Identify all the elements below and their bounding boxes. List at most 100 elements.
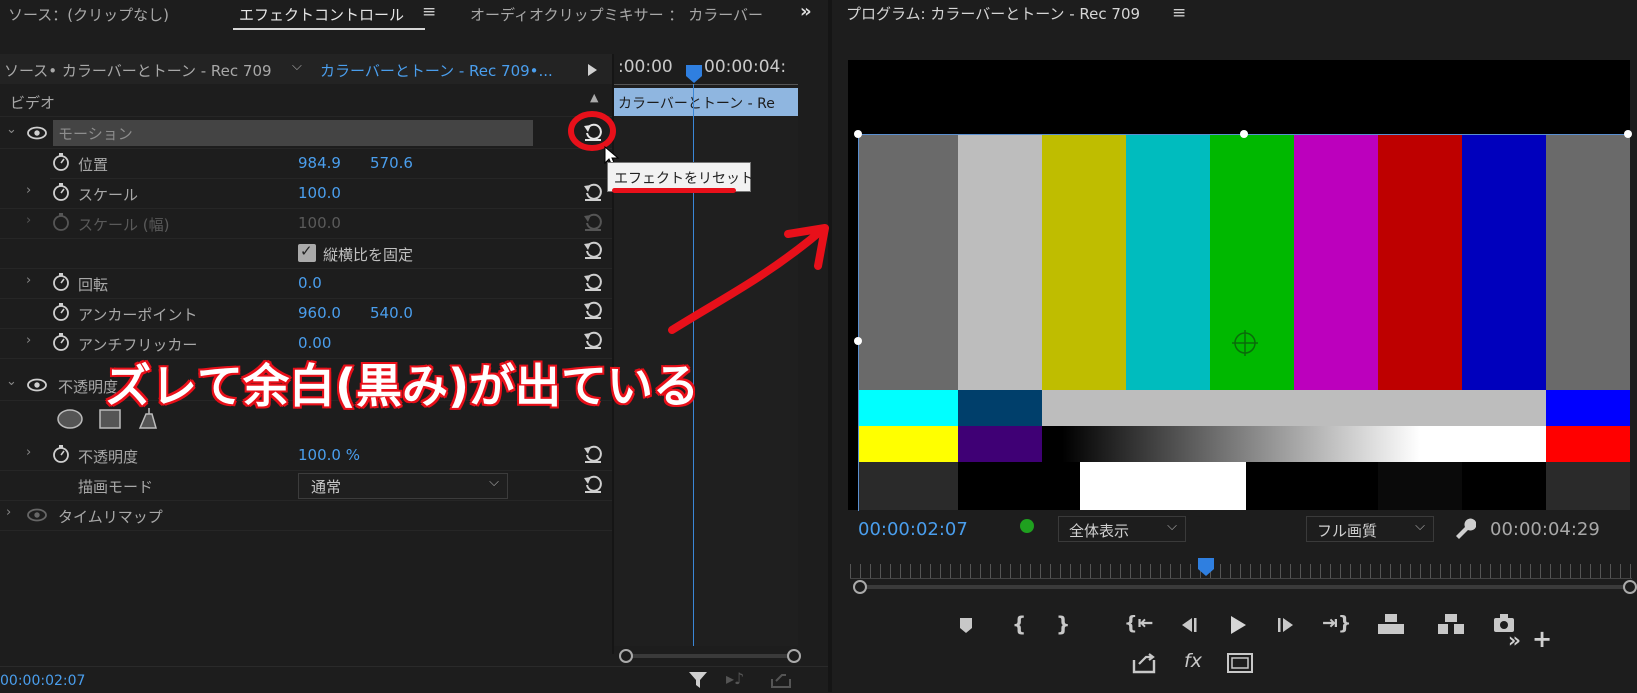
reset-scale-icon[interactable]	[582, 180, 604, 202]
time-remap-row[interactable]: › タイムリマップ	[0, 500, 612, 531]
chevron-right-icon[interactable]: ›	[6, 505, 11, 520]
zoom-start-handle[interactable]	[852, 579, 868, 595]
opacity-value[interactable]: 100.0 %	[298, 446, 360, 464]
double-chevron-icon[interactable]: »	[1508, 628, 1521, 652]
go-to-out-icon[interactable]: ⇥}	[1322, 612, 1351, 634]
time-remap-label: タイムリマップ	[58, 508, 163, 526]
annotation-text: ズレて余白(黒み)が出ている	[103, 358, 700, 415]
mini-timeline-ruler[interactable]: :00:00 00:00:04:	[614, 54, 798, 85]
playhead-marker-icon[interactable]	[685, 64, 703, 84]
zoom-select[interactable]: 全体表示 ⌵	[1058, 516, 1186, 542]
reset-opacity-icon[interactable]	[582, 442, 604, 464]
effect-controls-panel: ソース：(クリップなし) エフェクトコントロール ≡ オーディオクリップミキサー…	[0, 0, 828, 692]
stopwatch-icon[interactable]	[52, 273, 70, 291]
play-triangle-icon[interactable]	[586, 63, 598, 77]
eye-icon[interactable]	[27, 126, 47, 140]
mark-in-icon[interactable]: {	[1012, 612, 1026, 636]
anchor-y-value[interactable]: 540.0	[370, 304, 413, 322]
chevron-down-icon[interactable]: ⌄	[6, 374, 17, 389]
anchor-crosshair-icon[interactable]	[1232, 330, 1258, 356]
zoom-end-handle[interactable]	[1622, 579, 1637, 595]
program-time-ruler[interactable]	[850, 564, 1632, 579]
chevron-right-icon[interactable]: ›	[26, 273, 31, 288]
program-playhead-icon[interactable]	[1197, 557, 1215, 577]
reset-uniform-icon[interactable]	[582, 238, 604, 260]
step-forward-icon[interactable]	[1276, 616, 1296, 634]
wrench-icon[interactable]	[1452, 516, 1476, 540]
anchor-point-label: アンカーポイント	[78, 306, 198, 324]
stopwatch-icon[interactable]	[52, 153, 70, 171]
scale-width-value: 100.0	[298, 214, 341, 232]
program-zoom-bar[interactable]	[860, 585, 1628, 589]
reset-antiflicker-icon[interactable]	[582, 328, 604, 350]
scale-row: › スケール 100.0	[0, 178, 612, 209]
filter-icon[interactable]	[688, 670, 708, 690]
reset-blend-icon[interactable]	[582, 472, 604, 494]
tab-audio-mixer[interactable]: オーディオクリップミキサー ： カラーバー	[470, 4, 763, 25]
ellipse-mask-icon[interactable]	[56, 408, 84, 430]
stopwatch-icon[interactable]	[52, 303, 70, 321]
anchor-point-row: アンカーポイント 960.0 540.0	[0, 298, 612, 329]
chevron-right-icon[interactable]: ›	[26, 183, 31, 198]
mini-timeline-scrollbar[interactable]	[624, 654, 794, 658]
blend-mode-row: 描画モード 通常 ⌵	[0, 470, 612, 501]
mini-clip-label: カラーバーとトーン - Re	[618, 96, 775, 112]
transform-bounding-box[interactable]	[858, 134, 1631, 511]
program-duration: 00:00:04:29	[1490, 519, 1600, 540]
lift-icon[interactable]	[1376, 612, 1406, 636]
reset-rotation-icon[interactable]	[582, 270, 604, 292]
transform-handle[interactable]	[854, 337, 862, 345]
more-tabs-icon[interactable]: »	[800, 1, 812, 22]
scroll-start-handle[interactable]	[618, 648, 634, 664]
play-icon[interactable]	[1228, 614, 1248, 636]
chevron-right-icon[interactable]: ›	[26, 333, 31, 348]
current-time[interactable]: 00:00:02:07	[0, 673, 85, 689]
mark-out-icon[interactable]: }	[1056, 612, 1070, 636]
go-to-in-icon[interactable]: {⇤	[1124, 612, 1153, 634]
scale-value[interactable]: 100.0	[298, 184, 341, 202]
safe-margins-icon[interactable]	[1226, 652, 1254, 674]
sequence-clip-label[interactable]: カラーバーとトーン - Rec 709•...	[320, 60, 553, 81]
position-y-value[interactable]: 570.6	[370, 154, 413, 172]
chevron-down-icon: ⌵	[489, 475, 499, 490]
mini-timeline-clip[interactable]: カラーバーとトーン - Re	[614, 88, 798, 116]
step-back-icon[interactable]	[1178, 616, 1198, 634]
program-timecode[interactable]: 00:00:02:07	[858, 519, 968, 540]
rotation-value[interactable]: 0.0	[298, 274, 322, 292]
export-frame-icon[interactable]	[1132, 652, 1158, 674]
anchor-x-value[interactable]: 960.0	[298, 304, 341, 322]
add-button-icon[interactable]: +	[1532, 625, 1552, 653]
chevron-down-icon[interactable]: ⌄	[6, 122, 17, 137]
program-title: プログラム: カラーバーとトーン - Rec 709	[846, 5, 1141, 23]
blend-mode-label: 描画モード	[78, 478, 154, 496]
transform-handle[interactable]	[854, 130, 862, 138]
motion-effect-row[interactable]: ⌄ モーション	[0, 118, 612, 149]
opacity-label: 不透明度	[78, 448, 139, 466]
uniform-scale-checkbox[interactable]: ✓	[298, 242, 316, 262]
stopwatch-icon[interactable]	[52, 333, 70, 351]
ruler-ticks	[614, 78, 798, 85]
position-x-value[interactable]: 984.9	[298, 154, 341, 172]
add-marker-icon[interactable]	[958, 616, 974, 634]
eye-icon[interactable]	[27, 378, 47, 392]
quality-select[interactable]: フル画質 ⌵	[1306, 516, 1434, 542]
transform-handle[interactable]	[1240, 130, 1248, 138]
scroll-end-handle[interactable]	[786, 648, 802, 664]
fx-icon[interactable]: fx	[1184, 650, 1202, 672]
collapse-up-icon[interactable]: ▲	[590, 91, 598, 104]
blend-mode-select[interactable]: 通常 ⌵	[298, 473, 508, 499]
extract-icon[interactable]	[1436, 612, 1466, 636]
stopwatch-icon[interactable]	[52, 183, 70, 201]
transform-handle[interactable]	[1624, 130, 1632, 138]
chevron-down-icon[interactable]: ⌵	[292, 59, 302, 74]
panel-menu-icon[interactable]: ≡	[1172, 3, 1186, 23]
panel-menu-icon[interactable]: ≡	[422, 2, 436, 22]
reset-anchor-icon[interactable]	[582, 298, 604, 320]
stopwatch-icon[interactable]	[52, 445, 70, 463]
video-viewport[interactable]	[848, 60, 1632, 511]
tab-effect-controls[interactable]: エフェクトコントロール	[239, 4, 404, 25]
scale-width-label: スケール (幅)	[78, 216, 170, 234]
reset-scale-width-icon	[584, 213, 602, 231]
chevron-right-icon[interactable]: ›	[26, 445, 31, 460]
tab-source[interactable]: ソース：(クリップなし)	[8, 4, 169, 25]
